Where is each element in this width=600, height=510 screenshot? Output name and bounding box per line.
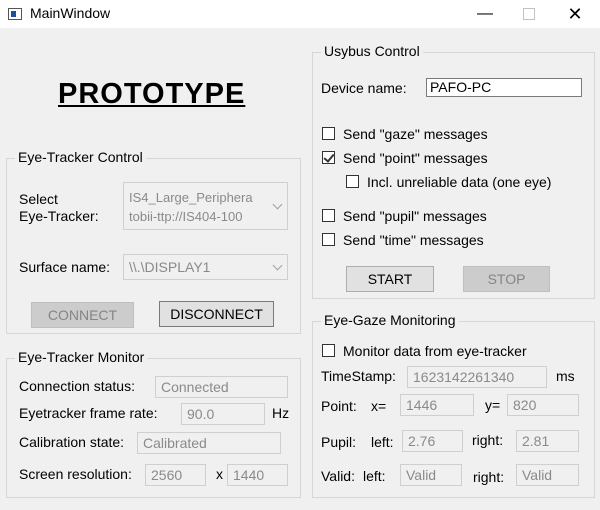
- start-button[interactable]: START: [346, 266, 434, 292]
- send-pupil-checkbox[interactable]: [322, 209, 335, 222]
- timestamp-unit: ms: [556, 368, 575, 384]
- send-point-label: Send "point" messages: [343, 150, 488, 166]
- incl-unreliable-label: Incl. unreliable data (one eye): [367, 174, 552, 190]
- send-gaze-checkbox[interactable]: [322, 127, 335, 140]
- select-tracker-label-line2: Eye-Tracker:: [19, 208, 99, 224]
- eye-tracker-select[interactable]: IS4_Large_Periphera tobii-ttp://IS404-10…: [123, 182, 288, 230]
- valid-right-field: Valid: [516, 464, 579, 486]
- chevron-down-icon: [272, 260, 283, 271]
- monitor-data-label: Monitor data from eye-tracker: [343, 343, 527, 359]
- surface-name-label: Surface name:: [19, 259, 111, 275]
- pupil-label: Pupil:: [321, 434, 357, 450]
- screen-width-field: 2560: [145, 464, 206, 486]
- point-label: Point:: [321, 398, 357, 414]
- valid-left-field: Valid: [400, 464, 462, 486]
- incl-unreliable-checkbox[interactable]: [346, 175, 359, 188]
- group-title: Eye-Gaze Monitoring: [321, 312, 459, 328]
- valid-left-label: left:: [363, 468, 386, 484]
- connect-button[interactable]: CONNECT: [31, 302, 134, 328]
- valid-right-label: right:: [473, 469, 505, 485]
- monitor-data-checkbox[interactable]: [322, 344, 335, 357]
- disconnect-button[interactable]: DISCONNECT: [159, 301, 274, 327]
- frame-rate-unit: Hz: [272, 405, 290, 421]
- group-title: Usybus Control: [321, 43, 423, 59]
- screen-height-field: 1440: [227, 464, 288, 486]
- pupil-right-label: right:: [472, 432, 504, 448]
- send-pupil-label: Send "pupil" messages: [343, 208, 487, 224]
- timestamp-field: 1623142261340: [407, 366, 547, 388]
- group-title: Eye-Tracker Monitor: [15, 349, 148, 365]
- connection-status-field: Connected: [155, 376, 288, 398]
- send-time-label: Send "time" messages: [343, 232, 484, 248]
- frame-rate-field: 90.0: [181, 403, 265, 425]
- point-y-label: y=: [485, 397, 501, 413]
- point-x-field: 1446: [400, 394, 474, 416]
- chevron-down-icon: [272, 199, 283, 210]
- calibration-state-field: Calibrated: [137, 432, 281, 454]
- pupil-left-label: left:: [371, 434, 394, 450]
- send-gaze-label: Send "gaze" messages: [343, 126, 488, 142]
- prototype-heading: PROTOTYPE: [58, 78, 246, 110]
- select-tracker-label-line1: Select: [19, 191, 58, 207]
- connection-status-label: Connection status:: [19, 378, 135, 394]
- pupil-left-field: 2.76: [402, 430, 463, 452]
- tracker-name: IS4_Large_Periphera: [129, 190, 253, 205]
- app-window-icon: [8, 8, 22, 20]
- resolution-separator: x: [216, 466, 223, 482]
- pupil-right-field: 2.81: [516, 430, 579, 452]
- valid-label: Valid:: [321, 468, 355, 484]
- device-name-input[interactable]: PAFO-PC: [426, 78, 582, 97]
- group-title: Eye-Tracker Control: [15, 149, 146, 165]
- check-icon: [323, 151, 335, 163]
- send-point-checkbox[interactable]: [322, 151, 335, 164]
- surface-name-value: \\.\DISPLAY1: [129, 259, 211, 275]
- window-title: MainWindow: [30, 5, 111, 21]
- maximize-icon: [523, 8, 535, 20]
- surface-name-select[interactable]: \\.\DISPLAY1: [123, 254, 288, 280]
- stop-button[interactable]: STOP: [463, 266, 550, 292]
- frame-rate-label: Eyetracker frame rate:: [19, 405, 158, 421]
- tracker-url: tobii-ttp://IS404-100: [129, 209, 243, 224]
- close-button[interactable]: ✕: [552, 0, 598, 28]
- calibration-state-label: Calibration state:: [19, 434, 125, 450]
- point-y-field: 820: [507, 394, 579, 416]
- point-x-label: x=: [371, 398, 387, 414]
- device-name-label: Device name:: [321, 80, 407, 96]
- timestamp-label: TimeStamp:: [321, 368, 396, 384]
- send-time-checkbox[interactable]: [322, 233, 335, 246]
- screen-resolution-label: Screen resolution:: [19, 466, 132, 482]
- maximize-button[interactable]: [506, 0, 552, 28]
- minimize-button[interactable]: —: [462, 0, 508, 28]
